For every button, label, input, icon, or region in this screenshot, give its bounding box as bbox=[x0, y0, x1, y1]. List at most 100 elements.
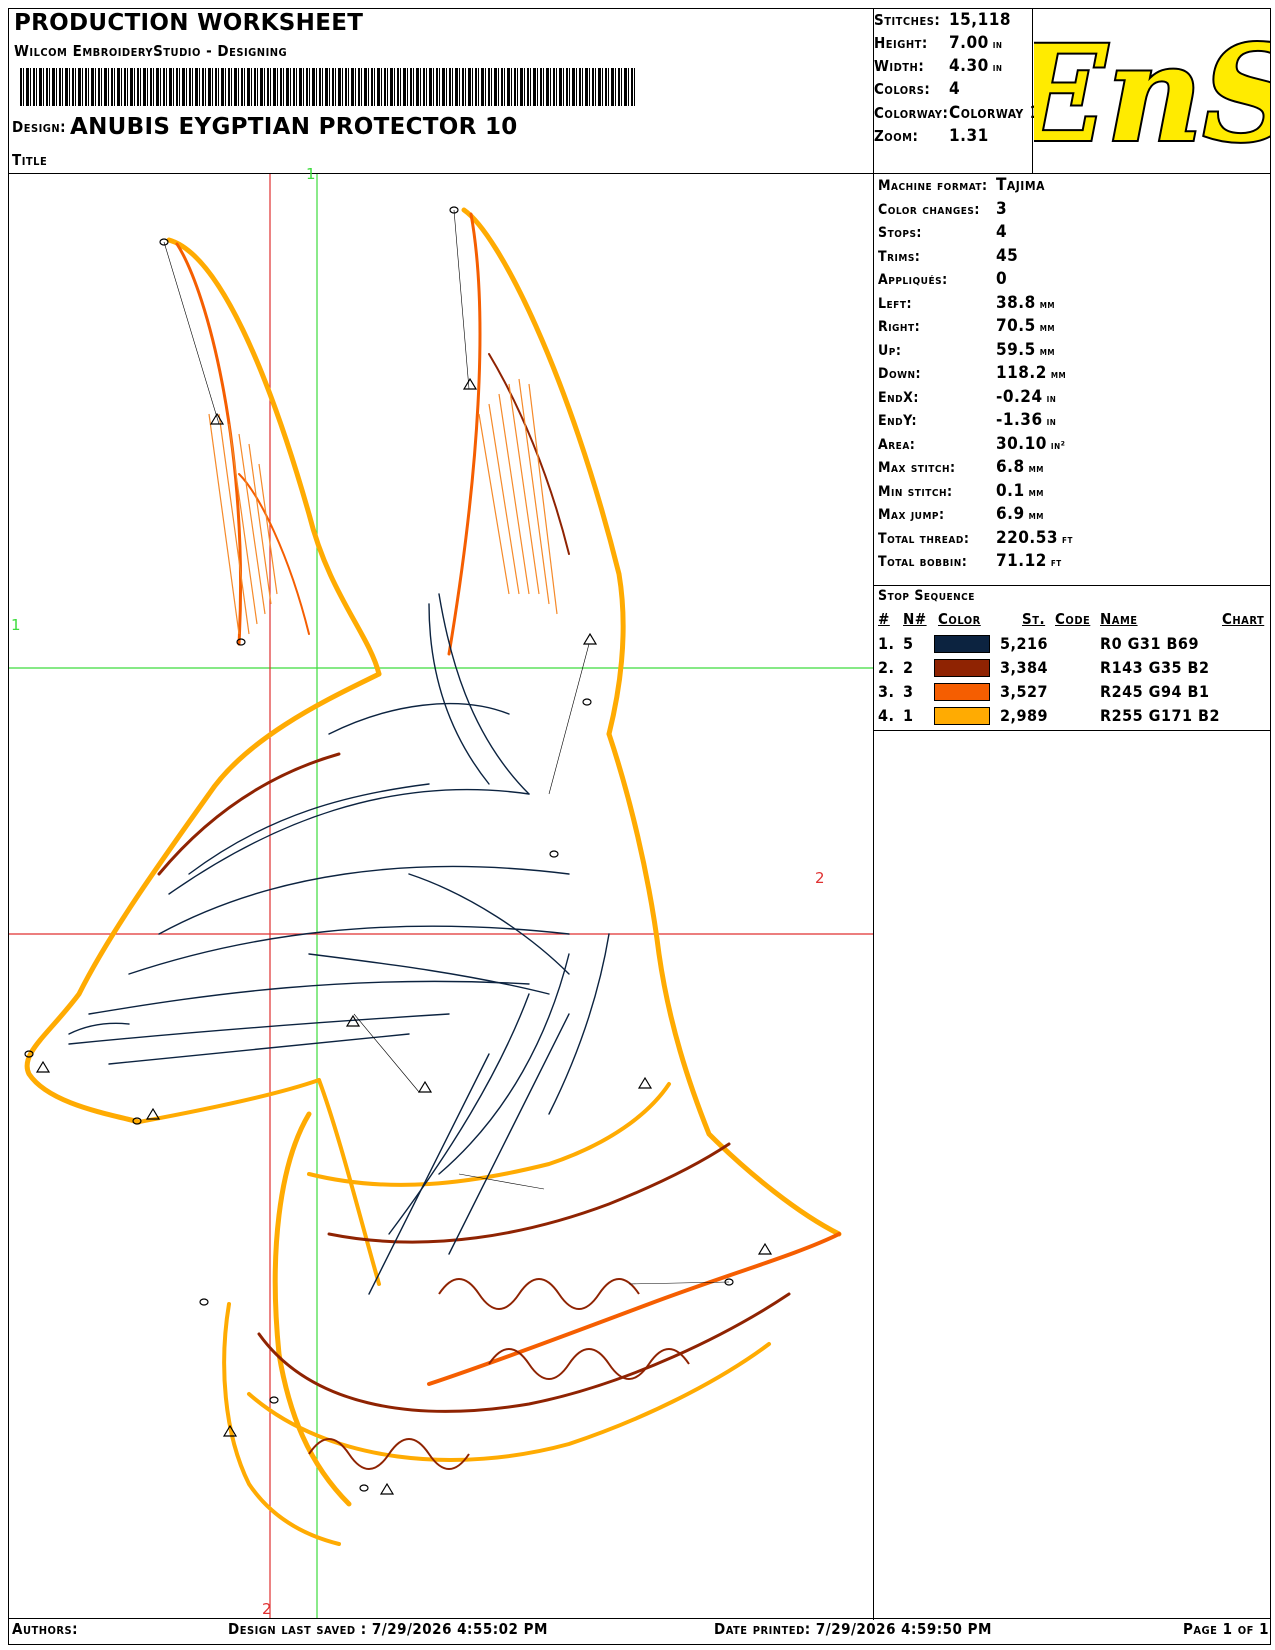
property-value: 59.5 bbox=[996, 339, 1036, 360]
stat-value: Colorway 1 bbox=[949, 103, 1041, 123]
property-label: Max jump: bbox=[878, 507, 945, 523]
stop-num: 2. bbox=[878, 658, 895, 677]
property-unit: in bbox=[1046, 415, 1057, 428]
stop-color-swatch bbox=[934, 635, 990, 653]
stop-color-name: R255 G171 B2 bbox=[1100, 706, 1220, 725]
property-value: 0 bbox=[996, 269, 1008, 289]
svg-text:EnS: EnS bbox=[1034, 17, 1270, 172]
property-unit: in bbox=[1046, 391, 1057, 405]
property-label: Color changes: bbox=[878, 201, 980, 218]
stop-sequence-bottom bbox=[873, 730, 1271, 731]
stop-needle: 5 bbox=[903, 634, 914, 653]
property-value: 220.53 bbox=[996, 527, 1059, 548]
stop-num: 1. bbox=[878, 634, 895, 653]
property-label: Down: bbox=[878, 366, 922, 382]
property-row: Color changes: 3 bbox=[878, 199, 1011, 223]
stat-row: Width: 4.30 in bbox=[874, 56, 1002, 78]
property-label: Machine format: bbox=[878, 178, 988, 194]
property-value: 3 bbox=[996, 198, 1008, 219]
property-row: Down: 118.2 mm bbox=[878, 363, 1066, 387]
stat-unit: in bbox=[992, 38, 1003, 51]
property-label: Trims: bbox=[878, 248, 921, 265]
col-n: N# bbox=[903, 610, 927, 628]
property-value: 71.12 bbox=[996, 551, 1047, 571]
stop-stitch-count: 5,216 bbox=[1000, 634, 1049, 653]
property-label: Left: bbox=[878, 295, 912, 312]
stat-row: Height: 7.00 in bbox=[874, 33, 1002, 55]
stat-row: Colors: 4 bbox=[874, 79, 964, 101]
property-value: 6.9 bbox=[996, 504, 1025, 524]
property-value: -1.36 bbox=[996, 410, 1043, 430]
stat-value: 4.30 bbox=[949, 56, 989, 76]
stat-row: Colorway:Colorway 1 bbox=[874, 103, 1045, 125]
property-unit: mm bbox=[1039, 321, 1056, 334]
barcode bbox=[20, 68, 635, 106]
stop-color-swatch bbox=[934, 707, 990, 725]
property-value: 30.10 bbox=[996, 433, 1047, 454]
stat-value: 4 bbox=[949, 79, 961, 99]
design-label: Design: bbox=[12, 118, 67, 136]
property-row: Trims: 45 bbox=[878, 246, 1022, 270]
property-unit: mm bbox=[1039, 297, 1056, 311]
property-row: Max stitch: 6.8 mm bbox=[878, 457, 1044, 481]
property-row: Area: 30.10 in² bbox=[878, 434, 1065, 458]
property-unit: mm bbox=[1028, 509, 1044, 522]
property-label: EndX: bbox=[878, 389, 919, 406]
right-panel-divider bbox=[873, 8, 874, 1620]
guide-label-green-vertical: 1 bbox=[306, 165, 316, 183]
property-unit: mm bbox=[1028, 485, 1044, 499]
stat-row: Zoom: 1.31 bbox=[874, 126, 993, 148]
stop-num: 4. bbox=[878, 706, 895, 725]
property-label: Appliqués: bbox=[878, 272, 948, 288]
property-row: Max jump: 6.9 mm bbox=[878, 504, 1044, 528]
stop-color-swatch bbox=[934, 683, 990, 701]
property-row: EndX: -0.24 in bbox=[878, 387, 1056, 411]
property-value: 38.8 bbox=[996, 292, 1036, 313]
property-row: Stops: 4 bbox=[878, 222, 1011, 246]
property-value: 6.8 bbox=[996, 457, 1025, 477]
stop-sequence-title: Stop Sequence bbox=[878, 588, 975, 604]
stop-sequence-divider bbox=[873, 585, 1271, 586]
guide-label-red-vertical: 2 bbox=[262, 1600, 272, 1618]
col-chart: Chart bbox=[1222, 610, 1265, 628]
ens-logo: EnS bbox=[1000, 10, 1275, 174]
property-value: 45 bbox=[996, 245, 1019, 266]
stop-needle: 3 bbox=[903, 682, 914, 701]
property-unit: mm bbox=[1050, 368, 1067, 381]
property-row: EndY: -1.36 in bbox=[878, 410, 1056, 434]
stop-color-name: R143 G35 B2 bbox=[1100, 658, 1210, 677]
property-label: Stops: bbox=[878, 225, 922, 241]
stop-num: 3. bbox=[878, 682, 895, 701]
guide-label-red-horizontal: 2 bbox=[815, 869, 825, 887]
stat-value: 7.00 bbox=[949, 33, 989, 53]
col-color: Color bbox=[938, 610, 981, 628]
col-st: St. bbox=[1022, 610, 1046, 628]
property-unit: in² bbox=[1050, 438, 1066, 452]
title-label: Title bbox=[12, 151, 48, 169]
stop-stitch-count: 3,527 bbox=[1000, 682, 1049, 701]
worksheet-title: Production Worksheet bbox=[14, 10, 364, 36]
property-value: Tajima bbox=[996, 175, 1045, 195]
guide-label-green-horizontal: 1 bbox=[11, 616, 21, 634]
stop-color-name: R0 G31 B69 bbox=[1100, 634, 1199, 653]
stop-needle: 1 bbox=[903, 706, 914, 725]
property-label: Area: bbox=[878, 436, 916, 453]
stat-label: Height: bbox=[874, 34, 928, 52]
property-unit: mm bbox=[1028, 462, 1044, 475]
stop-stitch-count: 3,384 bbox=[1000, 658, 1049, 677]
footer-divider bbox=[8, 1618, 1271, 1619]
property-unit: ft bbox=[1050, 556, 1062, 569]
stop-color-name: R245 G94 B1 bbox=[1100, 682, 1210, 701]
stat-label: Width: bbox=[874, 57, 925, 75]
authors-label: Authors: bbox=[12, 1620, 79, 1638]
property-label: Total bobbin: bbox=[878, 554, 968, 570]
col-code: Code bbox=[1055, 610, 1091, 628]
property-row: Appliqués: 0 bbox=[878, 269, 1011, 293]
property-row: Total bobbin: 71.12 ft bbox=[878, 551, 1062, 575]
stat-value: 1.31 bbox=[949, 126, 989, 146]
date-printed: Date printed: 7/29/2026 4:59:50 PM bbox=[714, 1620, 992, 1638]
logo-divider bbox=[1032, 8, 1033, 174]
property-value: -0.24 bbox=[996, 386, 1043, 407]
design-last-saved: Design last saved : 7/29/2026 4:55:02 PM bbox=[228, 1620, 548, 1638]
property-value: 118.2 bbox=[996, 363, 1047, 383]
